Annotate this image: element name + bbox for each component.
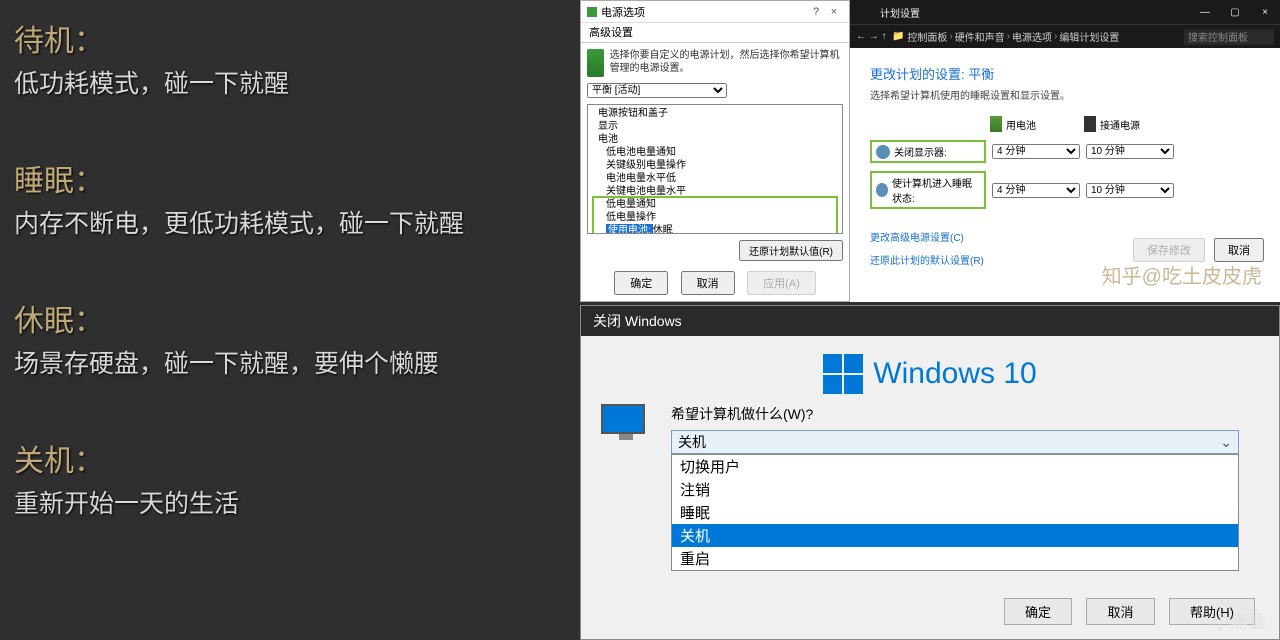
- page-title: 更改计划的设置: 平衡: [870, 64, 1260, 83]
- option-shutdown[interactable]: 关机: [672, 524, 1238, 547]
- minimize-icon[interactable]: —: [1190, 7, 1220, 18]
- option-switch-user[interactable]: 切换用户: [672, 455, 1238, 478]
- ok-button[interactable]: 确定: [614, 271, 668, 295]
- cancel-button[interactable]: 取消: [681, 271, 735, 295]
- save-button[interactable]: 保存修改: [1133, 238, 1205, 262]
- breadcrumb[interactable]: ← → ↑ 📁 控制面板› 硬件和声音› 电源选项› 编辑计划设置 搜索控制面板: [850, 24, 1280, 48]
- display-icon: [876, 145, 890, 159]
- action-select[interactable]: 关机⌄: [671, 430, 1239, 454]
- display-plugged-select[interactable]: 10 分钟: [1086, 144, 1174, 159]
- help-icon[interactable]: ?: [807, 6, 825, 18]
- edit-plan-window: 计划设置—▢× ← → ↑ 📁 控制面板› 硬件和声音› 电源选项› 编辑计划设…: [850, 0, 1280, 302]
- display-battery-select[interactable]: 4 分钟: [992, 144, 1080, 159]
- action-dropdown-list[interactable]: 切换用户 注销 睡眠 关机 重启: [671, 454, 1239, 571]
- power-options-dialog: 电源选项?× 高级设置 选择你要自定义的电源计划，然后选择你希望计算机管理的电源…: [580, 0, 850, 302]
- term-sleep: 睡眠：: [14, 156, 574, 200]
- maximize-icon[interactable]: ▢: [1220, 7, 1250, 18]
- plan-select[interactable]: 平衡 [活动]: [587, 83, 727, 98]
- term-hibernate: 休眠：: [14, 296, 574, 340]
- cancel-button[interactable]: 取消: [1086, 598, 1154, 625]
- definitions-panel: 待机：低功耗模式，碰一下就醒 睡眠：内存不断电，更低功耗模式，碰一下就醒 休眠：…: [14, 16, 574, 576]
- close-icon[interactable]: ×: [1250, 7, 1280, 18]
- windows-logo-icon: [823, 354, 863, 394]
- computer-icon: [601, 404, 651, 444]
- apply-button[interactable]: 应用(A): [747, 271, 816, 295]
- sleep-battery-select[interactable]: 4 分钟: [992, 183, 1080, 198]
- option-restart[interactable]: 重启: [672, 547, 1238, 570]
- term-standby: 待机：: [14, 16, 574, 60]
- option-sleep[interactable]: 睡眠: [672, 501, 1238, 524]
- close-icon[interactable]: ×: [825, 6, 843, 18]
- ok-button[interactable]: 确定: [1004, 598, 1072, 625]
- watermark-zhihu: 知乎@吃土皮皮虎: [1102, 260, 1262, 289]
- sleep-plugged-select[interactable]: 10 分钟: [1086, 183, 1174, 198]
- tab-advanced[interactable]: 高级设置: [581, 23, 849, 43]
- sleep-icon: [876, 183, 888, 197]
- settings-tree[interactable]: 电源按钮和盖子 显示 电池 低电池电量通知 关键级别电量操作 电池电量水平低 关…: [587, 104, 843, 234]
- shutdown-dialog: 关闭 Windows Windows 10 希望计算机做什么(W)? 关机⌄ 切…: [580, 305, 1280, 640]
- term-shutdown: 关机：: [14, 436, 574, 480]
- highlight-box: [592, 196, 838, 234]
- chevron-down-icon: ⌄: [1220, 434, 1232, 451]
- power-icon: [587, 7, 597, 17]
- battery-icon: [990, 116, 1002, 132]
- option-logoff[interactable]: 注销: [672, 478, 1238, 501]
- cancel-button[interactable]: 取消: [1214, 238, 1264, 262]
- dialog-title: 关闭 Windows: [581, 306, 1279, 336]
- battery-icon: [587, 49, 604, 77]
- watermark-heybox: 小黑盒: [1212, 608, 1266, 634]
- plug-icon: [1084, 116, 1096, 132]
- restore-defaults-button[interactable]: 还原计划默认值(R): [739, 240, 843, 261]
- search-input[interactable]: 搜索控制面板: [1184, 29, 1274, 45]
